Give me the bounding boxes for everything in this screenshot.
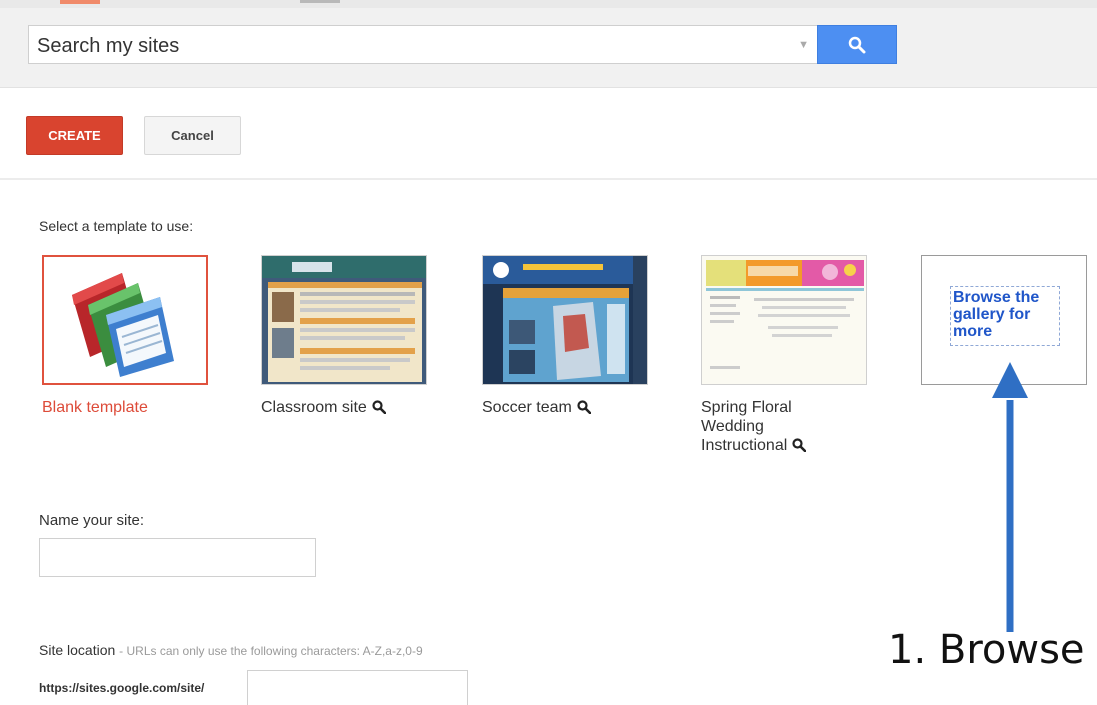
divider: [0, 178, 1097, 180]
create-button[interactable]: CREATE: [26, 116, 123, 155]
site-name-input[interactable]: [39, 538, 316, 577]
browse-gallery-link-frame: Browse the gallery for more: [950, 286, 1060, 346]
template-wedding-label[interactable]: Spring Floral Wedding Instructional: [701, 398, 807, 455]
search-placeholder: Search my sites: [37, 35, 180, 57]
wedding-preview-image: [702, 256, 866, 384]
magnifier-icon[interactable]: [577, 400, 591, 414]
template-wedding-thumbnail[interactable]: [701, 255, 867, 385]
site-location-label: Site location: [39, 642, 116, 658]
template-classroom-name: Classroom site: [261, 399, 367, 416]
browser-tab-strip: [0, 0, 1097, 8]
search-input[interactable]: Search my sites ▼: [28, 25, 818, 64]
magnifier-icon[interactable]: [372, 400, 386, 414]
template-soccer-label[interactable]: Soccer team: [482, 398, 591, 417]
browse-gallery-link[interactable]: Browse the gallery for more: [953, 289, 1057, 340]
classroom-preview-image: [262, 256, 426, 384]
template-wedding-name-line: Spring Floral: [701, 399, 792, 416]
blank-template-image: [72, 273, 174, 377]
template-prompt: Select a template to use:: [39, 218, 194, 234]
template-blank-label[interactable]: Blank template: [42, 398, 148, 417]
up-arrow-icon: [992, 362, 1028, 632]
dropdown-caret-icon[interactable]: ▼: [798, 39, 809, 51]
template-classroom-thumbnail[interactable]: [261, 255, 427, 385]
site-location-hint: - URLs can only use the following charac…: [119, 644, 423, 658]
annotation-step-label: 1. Browse: [888, 627, 1085, 673]
template-blank-thumbnail[interactable]: [42, 255, 208, 385]
search-button[interactable]: [817, 25, 897, 64]
site-location-row: Site location - URLs can only use the fo…: [39, 642, 423, 658]
template-soccer-name: Soccer team: [482, 399, 572, 416]
site-name-label: Name your site:: [39, 512, 145, 529]
template-classroom-label[interactable]: Classroom site: [261, 398, 386, 417]
site-url-prefix: https://sites.google.com/site/: [39, 681, 205, 695]
soccer-preview-image: [483, 256, 647, 384]
search-icon: [848, 36, 866, 53]
template-soccer-thumbnail[interactable]: [482, 255, 648, 385]
tab-indicator: [300, 0, 340, 3]
template-wedding-name-line: Instructional: [701, 437, 788, 454]
magnifier-icon[interactable]: [792, 438, 807, 452]
site-location-input[interactable]: [247, 670, 468, 705]
template-wedding-name-line: Wedding: [701, 418, 764, 435]
tab-indicator: [60, 0, 100, 4]
cancel-button[interactable]: Cancel: [144, 116, 241, 155]
